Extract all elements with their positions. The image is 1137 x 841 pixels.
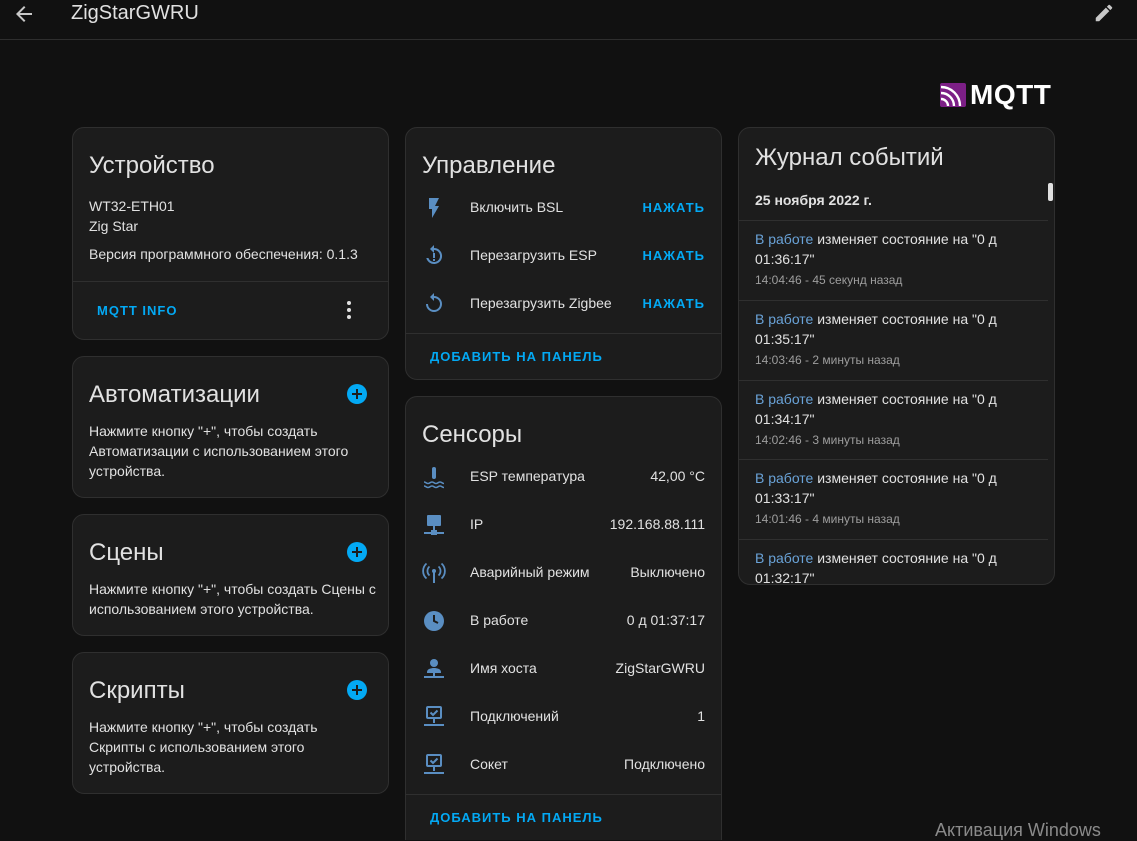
- divider: [406, 794, 721, 795]
- sensor-label: ESP температура: [470, 468, 585, 484]
- logbook-title: Журнал событий: [755, 144, 944, 171]
- mqtt-logo: MQTT: [940, 79, 1052, 110]
- sensor-row-connections: Подключений 1: [406, 693, 721, 741]
- control-label: Перезагрузить ESP: [470, 247, 597, 263]
- windows-activation-watermark: Активация Windows: [935, 820, 1101, 840]
- pencil-icon[interactable]: [1093, 2, 1115, 24]
- logbook-scrollbar[interactable]: [1048, 183, 1053, 201]
- log-entry-time: 14:03:46 - 2 минуты назад: [755, 353, 900, 367]
- scripts-card: Скрипты Нажмите кнопку "+", чтобы создат…: [72, 652, 389, 794]
- access-point-icon: [422, 562, 446, 583]
- sensor-label: Подключений: [470, 708, 559, 724]
- sensor-label: Сокет: [470, 756, 508, 772]
- log-entity-link[interactable]: В работе: [755, 311, 813, 327]
- sensors-card: Сенсоры ESP температура 42,00 °C IP 192.…: [405, 396, 722, 840]
- control-row-restart-zigbee: Перезагрузить Zigbee НАЖАТЬ: [406, 280, 721, 328]
- sensor-value: Подключено: [624, 756, 705, 772]
- sensor-row-safe-mode: Аварийный режим Выключено: [406, 549, 721, 597]
- clock-icon: [424, 611, 444, 631]
- add-automation-button[interactable]: [347, 384, 367, 404]
- sensor-value: 192.168.88.111: [609, 516, 705, 532]
- add-to-dashboard-button[interactable]: ДОБАВИТЬ НА ПАНЕЛЬ: [430, 810, 603, 825]
- control-label: Перезагрузить Zigbee: [470, 295, 612, 311]
- device-card-title: Устройство: [89, 152, 215, 179]
- mqtt-waves-icon: [940, 83, 966, 107]
- restart-icon: [426, 293, 442, 312]
- sensor-row-uptime: В работе 0 д 01:37:17: [406, 597, 721, 645]
- sensor-value: Выключено: [630, 564, 705, 580]
- device-info-card: Устройство WT32-ETH01 Zig Star Версия пр…: [72, 127, 389, 340]
- scripts-hint: Нажмите кнопку "+", чтобы создать Скрипт…: [89, 719, 318, 775]
- sensor-label: IP: [470, 516, 484, 532]
- top-app-bar: ZigStarGWRU: [0, 0, 1137, 40]
- flash-icon: [429, 198, 439, 218]
- arrow-left-icon[interactable]: [12, 2, 36, 26]
- logbook-date: 25 ноября 2022 г.: [755, 192, 872, 208]
- add-to-dashboard-button[interactable]: ДОБАВИТЬ НА ПАНЕЛЬ: [430, 349, 603, 364]
- scenes-title: Сцены: [89, 539, 164, 566]
- log-entity-link[interactable]: В работе: [755, 470, 813, 486]
- log-entry: В работе изменяет состояние на "0 д 01:3…: [739, 220, 1048, 301]
- log-entity-link[interactable]: В работе: [755, 231, 813, 247]
- log-entity-link[interactable]: В работе: [755, 550, 813, 566]
- automations-hint: Нажмите кнопку "+", чтобы создать Автома…: [89, 423, 349, 479]
- sensor-row-esp-temperature: ESP температура 42,00 °C: [406, 453, 721, 501]
- mqtt-logo-text: MQTT: [970, 79, 1052, 110]
- log-entry: В работе изменяет состояние на "0 д 01:3…: [739, 300, 1048, 381]
- divider: [73, 281, 388, 282]
- automations-title: Автоматизации: [89, 381, 260, 408]
- scenes-hint: Нажмите кнопку "+", чтобы создать Сцены …: [89, 581, 376, 617]
- sensor-row-ip: IP 192.168.88.111: [406, 501, 721, 549]
- scripts-title: Скрипты: [89, 677, 185, 704]
- lan-check-icon: [424, 706, 444, 726]
- controls-card: Управление Включить BSL НАЖАТЬ Перезагру…: [405, 127, 722, 380]
- add-scene-button[interactable]: [347, 542, 367, 562]
- sensor-value: 42,00 °C: [650, 468, 705, 484]
- sensor-label: В работе: [470, 612, 529, 628]
- scenes-card: Сцены Нажмите кнопку "+", чтобы создать …: [72, 514, 389, 636]
- automations-card: Автоматизации Нажмите кнопку "+", чтобы …: [72, 356, 389, 498]
- log-entry: В работе изменяет состояние на "0 д 01:3…: [739, 380, 1048, 461]
- press-button[interactable]: НАЖАТЬ: [642, 296, 705, 311]
- sensor-row-hostname: Имя хоста ZigStarGWRU: [406, 645, 721, 693]
- control-row-bsl: Включить BSL НАЖАТЬ: [406, 184, 721, 232]
- sensor-label: Аварийный режим: [470, 564, 590, 580]
- sensor-value: ZigStarGWRU: [615, 660, 705, 676]
- device-model: WT32-ETH01: [89, 198, 175, 214]
- add-script-button[interactable]: [347, 680, 367, 700]
- divider: [406, 333, 721, 334]
- firmware-version: Версия программного обеспечения: 0.1.3: [89, 246, 358, 262]
- sensor-value: 0 д 01:37:17: [626, 612, 705, 628]
- sensor-value: 1: [697, 708, 705, 724]
- device-manufacturer: Zig Star: [89, 218, 139, 234]
- log-entry: В работе изменяет состояние на "0 д 01:3…: [739, 459, 1048, 540]
- log-entry: В работе изменяет состояние на "0 д 01:3…: [739, 539, 1048, 584]
- press-button[interactable]: НАЖАТЬ: [642, 248, 705, 263]
- lan-connect-icon: [424, 754, 444, 774]
- controls-title: Управление: [422, 152, 556, 179]
- network-icon: [424, 515, 444, 535]
- control-label: Включить BSL: [470, 199, 564, 215]
- account-network-icon: [424, 659, 444, 678]
- log-entry-time: 14:04:46 - 45 секунд назад: [755, 273, 903, 287]
- thermometer-water-icon: [423, 467, 445, 489]
- mqtt-info-button[interactable]: MQTT INFO: [97, 303, 178, 318]
- page-title: ZigStarGWRU: [71, 2, 199, 24]
- sensors-title: Сенсоры: [422, 421, 523, 448]
- more-vert-icon[interactable]: [337, 298, 361, 322]
- log-entry-time: 14:02:46 - 3 минуты назад: [755, 433, 900, 447]
- press-button[interactable]: НАЖАТЬ: [642, 200, 705, 215]
- sensor-row-socket: Сокет Подключено: [406, 741, 721, 789]
- sensor-label: Имя хоста: [470, 660, 537, 676]
- logbook-card: Журнал событий 25 ноября 2022 г. В работ…: [738, 127, 1055, 585]
- control-row-restart-esp: Перезагрузить ESP НАЖАТЬ: [406, 232, 721, 280]
- restart-alert-icon: [426, 245, 443, 264]
- log-entity-link[interactable]: В работе: [755, 391, 813, 407]
- log-entry-time: 14:01:46 - 4 минуты назад: [755, 512, 900, 526]
